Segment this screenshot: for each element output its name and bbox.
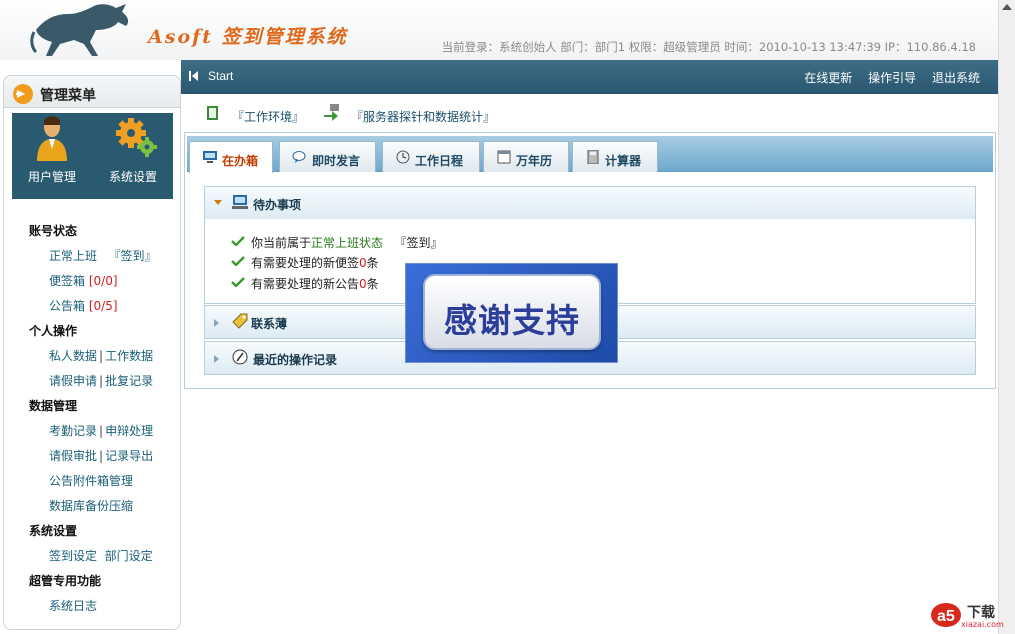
server-stats-link[interactable]: 『服务器探针和数据统计』 [351,108,495,125]
tab-calendar[interactable]: 万年历 [483,141,569,172]
start-button[interactable]: Start [189,69,233,83]
work-env-link[interactable]: 『工作环境』 [232,108,304,125]
todo-panel-header[interactable]: 待办事项 [205,187,975,219]
watermark-url: xiazai.com [961,620,1004,629]
collapse-arrow-icon [214,200,222,205]
clock-icon [396,150,410,164]
sidebar-shortcuts: 用户管理 系统设置 [12,113,173,199]
signin-action[interactable]: 『签到』 [394,236,442,250]
user-icon [37,116,67,161]
sidebar-header: 管理菜单 [4,76,180,108]
thanks-banner: 感谢支持 [405,263,618,363]
menu-item-attendance[interactable]: 考勤记录 | 申辩处理 [49,422,153,439]
watermark-brand: 下载 [967,605,995,621]
thanks-text: 感谢支持 [444,301,580,340]
menu-item-backup[interactable]: 数据库备份压缩 [49,497,133,514]
menu-item-notice[interactable]: 公告箱 [0/5] [49,297,118,314]
menu-section-personal: 个人操作 [29,324,78,338]
check-icon [231,277,245,287]
sidebar-icon-label: 系统设置 [108,170,157,184]
arrow-circle-icon [13,84,33,104]
scroll-up-icon[interactable] [1002,4,1012,10]
logo-text: Asoft 签到管理系统 [148,26,348,48]
menu-item-memo[interactable]: 便签箱 [0/0] [49,272,118,289]
todo-notice[interactable]: 有需要处理的新公告0条 [231,275,379,292]
menu-item-leave-approval[interactable]: 请假审批 | 记录导出 [49,447,153,464]
a5-watermark: a5 下载 xiazai.com [930,600,1004,630]
menu-item-syslog[interactable]: 系统日志 [49,597,97,614]
expand-arrow-icon [214,355,219,363]
expand-arrow-icon [214,319,219,327]
horse-logo-icon [30,4,129,56]
todo-status: 你当前属于正常上班状态 『签到』 [231,234,443,251]
todo-title: 待办事项 [253,198,302,212]
check-icon [231,256,245,266]
notice-badge: [0/5] [88,299,118,313]
tag-icon [232,313,248,329]
top-navbar: Start 在线更新 操作引导 退出系统 [181,60,998,94]
book-icon [207,106,218,120]
menu-section-settings: 系统设置 [29,524,78,538]
menu-item-status[interactable]: 正常上班 『签到』 [49,247,156,264]
system-settings-button[interactable]: 系统设置 [93,113,173,199]
tab-bar: 在办箱 即时发言 工作日程 万年历 计算器 [187,136,993,173]
nav-link-update[interactable]: 在线更新 [804,71,852,85]
tab-calculator[interactable]: 计算器 [572,141,658,172]
menu-section-account: 账号状态 [29,224,78,238]
vertical-scrollbar[interactable] [998,0,1015,634]
menu-item-attachments[interactable]: 公告附件箱管理 [49,472,133,489]
svg-text:a5: a5 [937,608,955,625]
page: Asoft 签到管理系统 当前登录：系统创始人 部门：部门1 权限：超级管理员 … [0,0,1015,634]
todo-memo[interactable]: 有需要处理的新便签0条 [231,254,379,271]
menu-item-settings[interactable]: 签到设定 部门设定 [49,547,153,564]
pen-icon [232,349,248,365]
check-icon [231,236,245,246]
menu-item-leave[interactable]: 请假申请 | 批复记录 [49,372,153,389]
menu-section-data: 数据管理 [29,399,78,413]
computer-icon [232,195,248,209]
nav-link-logout[interactable]: 退出系统 [932,71,980,85]
start-icon [189,71,191,81]
chat-bubble-icon [292,151,306,163]
signin-link[interactable]: 『签到』 [108,249,156,263]
gears-icon [116,118,157,157]
calendar-icon [497,150,511,164]
sidebar-title: 管理菜单 [40,88,96,104]
header: Asoft 签到管理系统 当前登录：系统创始人 部门：部门1 权限：超级管理员 … [0,0,998,60]
menu-item-private-data[interactable]: 私人数据 | 工作数据 [49,347,153,364]
memo-badge: [0/0] [88,274,118,288]
nav-links: 在线更新 操作引导 退出系统 [792,69,980,86]
nav-link-guide[interactable]: 操作引导 [868,71,916,85]
calculator-icon [587,150,599,164]
user-management-button[interactable]: 用户管理 [12,113,92,199]
tab-schedule[interactable]: 工作日程 [382,141,480,172]
log-title: 最近的操作记录 [253,353,338,367]
tab-chat[interactable]: 即时发言 [279,141,376,172]
sidebar: 管理菜单 用户管理 系统设置 账号状态 正常上班 『签到』 便签箱 [0/0] … [3,75,181,630]
server-icon [324,104,339,121]
tab-inbox[interactable]: 在办箱 [189,141,273,173]
contacts-title: 联系薄 [251,317,288,331]
monitor-icon [203,151,217,163]
menu-section-admin: 超管专用功能 [29,574,102,588]
login-info: 当前登录：系统创始人 部门：部门1 权限：超级管理员 时间：2010-10-13… [441,40,976,54]
sidebar-icon-label: 用户管理 [27,170,76,184]
